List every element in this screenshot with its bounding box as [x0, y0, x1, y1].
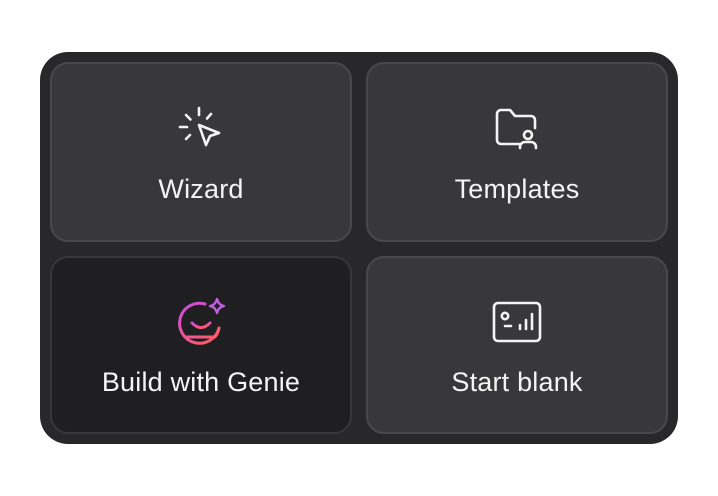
build-with-genie-label: Build with Genie	[101, 366, 301, 397]
dashboard-blank-icon	[489, 295, 545, 351]
build-with-genie-option-card[interactable]: Build with Genie	[50, 256, 352, 434]
folder-user-icon	[489, 102, 545, 158]
templates-label: Templates	[454, 173, 580, 204]
create-options-panel: Wizard Templates Build with Genie Start …	[40, 52, 678, 444]
wizard-label: Wizard	[158, 173, 244, 204]
start-blank-label: Start blank	[451, 366, 583, 397]
templates-option-card[interactable]: Templates	[366, 62, 668, 242]
start-blank-option-card[interactable]: Start blank	[366, 256, 668, 434]
cursor-click-icon	[173, 102, 229, 158]
genie-chat-sparkle-icon	[173, 295, 229, 351]
wizard-option-card[interactable]: Wizard	[50, 62, 352, 242]
